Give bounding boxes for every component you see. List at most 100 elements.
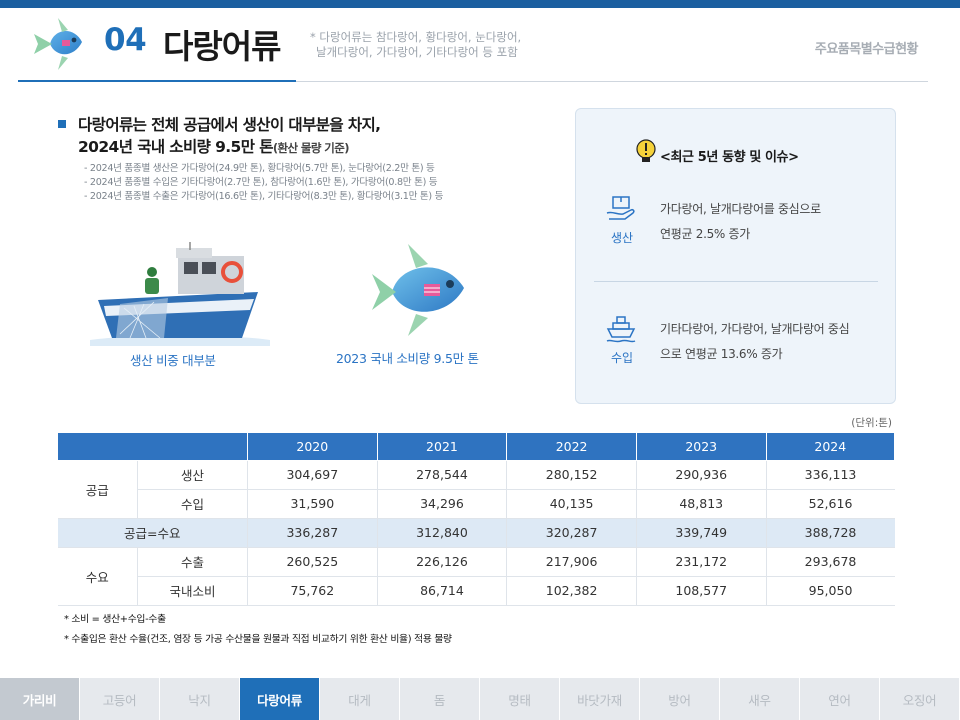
boat-caption: 생산 비중 대부분 [130, 353, 216, 368]
headline-notes: - 2024년 품종별 생산은 가다랑어(24.9만 톤), 황다랑어(5.7만… [84, 162, 443, 204]
table-cell: 304,697 [247, 460, 378, 490]
table-cell: 280,152 [506, 460, 637, 490]
nav-item-pollock[interactable]: 명태 [480, 678, 560, 720]
table-header-year: 2020 [247, 433, 378, 461]
section-title: 다랑어류 [163, 27, 281, 66]
footnote: * 수출입은 환산 수율(건조, 염장 등 가공 수산물을 원물과 직접 비교하… [64, 634, 452, 645]
nav-item-yellowtail[interactable]: 방어 [640, 678, 720, 720]
tuna-fish-illustration [372, 244, 464, 336]
row-label: 수입 [137, 489, 248, 519]
headline-bullet [58, 120, 66, 128]
table-cell: 108,577 [636, 576, 767, 606]
table-cell: 31,590 [247, 489, 378, 519]
nav-item-lobster[interactable]: 바닷가재 [560, 678, 640, 720]
trend-desc-line: 으로 연평균 13.6% 증가 [660, 347, 783, 361]
table-cell: 336,287 [247, 518, 378, 548]
headline-note: - 2024년 품종별 수입은 기타다랑어(2.7만 톤), 참다랑어(1.6만… [84, 177, 438, 188]
nav-item-mackerel[interactable]: 고등어 [80, 678, 160, 720]
trend-desc-line: 가다랑어, 날개다랑어를 중심으로 [660, 202, 821, 216]
table-header-year: 2021 [376, 433, 508, 461]
trend-desc-line: 연평균 2.5% 증가 [660, 227, 751, 241]
category-nav: 가리비 고등어 낙지 다랑어류 대게 돔 명태 바닷가재 방어 새우 연어 오징… [0, 678, 960, 720]
table-cell: 102,382 [506, 576, 637, 606]
nav-item-sea-bream[interactable]: 돔 [400, 678, 480, 720]
breadcrumb: 주요품목별수급현황 [814, 42, 919, 57]
table-cell: 226,126 [377, 547, 508, 577]
table-row: 국내소비 75,762 86,714 102,382 108,577 95,05… [58, 576, 895, 606]
nav-item-octopus[interactable]: 낙지 [160, 678, 240, 720]
table-cell: 34,296 [377, 489, 508, 519]
nav-item-squid[interactable]: 오징어 [880, 678, 960, 720]
fish-caption: 2023 국내 소비량 9.5만 톤 [336, 351, 479, 366]
table-row-total: 공급=수요 336,287 312,840 320,287 339,749 38… [57, 518, 895, 548]
table-cell: 40,135 [506, 489, 637, 519]
table-header-year: 2024 [765, 433, 896, 461]
trend-desc-line: 기타다랑어, 가다랑어, 날개다랑어 중심 [660, 322, 850, 336]
table-cell: 336,113 [766, 460, 895, 490]
row-group-label: 공급 [57, 460, 138, 519]
table-cell: 48,813 [636, 489, 767, 519]
table-header-year: 2023 [635, 433, 767, 461]
table-cell: 339,749 [636, 518, 767, 548]
fishing-boat-illustration [90, 242, 270, 346]
table-cell: 217,906 [506, 547, 637, 577]
trend-divider [594, 281, 878, 282]
table-cell: 278,544 [377, 460, 508, 490]
headline-note: - 2024년 품종별 생산은 가다랑어(24.9만 톤), 황다랑어(5.7만… [84, 163, 435, 174]
headline-line2-small: (환산 물량 기준) [272, 141, 350, 155]
table-cell: 231,172 [636, 547, 767, 577]
lightbulb-icon [636, 139, 656, 162]
header-underline-accent [18, 80, 296, 82]
headline-line1: 다랑어류는 전체 공급에서 생산이 대부분을 차지, [78, 116, 381, 134]
section-note: * 다랑어류는 참다랑어, 황다랑어, 눈다랑어, 날개다랑어, 가다랑어, 기… [310, 30, 560, 60]
table-header-row: 2020 2021 2022 2023 2024 [57, 433, 896, 461]
nav-item-snow-crab[interactable]: 대게 [320, 678, 400, 720]
table-cell: 95,050 [766, 576, 895, 606]
table-cell: 75,762 [247, 576, 378, 606]
row-label: 공급=수요 [57, 518, 248, 548]
tuna-logo-icon [34, 18, 82, 70]
hand-box-icon [606, 196, 635, 220]
table-cell: 388,728 [766, 518, 895, 548]
table-cell: 52,616 [766, 489, 895, 519]
row-label: 국내소비 [137, 576, 248, 606]
ship-icon [606, 316, 636, 343]
trend-desc: 가다랑어, 날개다랑어를 중심으로 연평균 2.5% 증가 [660, 197, 821, 247]
nav-item-tuna[interactable]: 다랑어류 [240, 678, 320, 720]
headline-block: 다랑어류는 전체 공급에서 생산이 대부분을 차지, 2024년 국내 소비량 … [58, 114, 558, 159]
footnotes: * 소비 = 생산+수입-수출 * 수출입은 환산 수율(건조, 염장 등 가공… [64, 610, 452, 650]
table-header-year: 2022 [506, 433, 637, 461]
section-note-line1: * 다랑어류는 참다랑어, 황다랑어, 눈다랑어, [310, 30, 522, 44]
trend-panel: <최근 5년 동향 및 이슈> 생산 가다랑어, 날개다랑어를 중심으로 연평균… [575, 108, 896, 404]
header-underline [296, 81, 928, 82]
table-cell: 312,840 [377, 518, 508, 548]
table-row: 공급 생산 304,697 278,544 280,152 290,936 33… [57, 460, 895, 519]
row-label: 생산 [137, 460, 248, 490]
headline-line2: 2024년 국내 소비량 9.5만 톤 [78, 138, 273, 156]
table-cell: 260,525 [247, 547, 378, 577]
table-cell: 86,714 [377, 576, 508, 606]
trend-label: 생산 [610, 231, 634, 245]
table-row: 수요 수출 260,525 226,126 217,906 231,172 29… [57, 547, 895, 606]
headline-text: 다랑어류는 전체 공급에서 생산이 대부분을 차지, 2024년 국내 소비량 … [58, 114, 558, 159]
nav-item-scallop[interactable]: 가리비 [0, 678, 80, 720]
table-cell: 290,936 [636, 460, 767, 490]
table-cell: 320,287 [506, 518, 637, 548]
table-row: 수입 31,590 34,296 40,135 48,813 52,616 [58, 489, 895, 519]
row-group-label: 수요 [57, 547, 138, 606]
nav-item-salmon[interactable]: 연어 [800, 678, 880, 720]
table-unit: (단위:톤) [851, 417, 892, 429]
trend-label: 수입 [610, 351, 634, 365]
headline-line2-wrap: 2024년 국내 소비량 9.5만 톤(환산 물량 기준) [78, 136, 558, 159]
trend-title: <최근 5년 동향 및 이슈> [660, 150, 799, 165]
section-number: 04 [104, 22, 147, 58]
section-note-line2: 날개다랑어, 가다랑어, 기타다랑어 등 포함 [316, 45, 518, 59]
footnote: * 소비 = 생산+수입-수출 [64, 614, 166, 625]
nav-item-shrimp[interactable]: 새우 [720, 678, 800, 720]
supply-demand-table: 2020 2021 2022 2023 2024 공급 생산 304,697 2… [57, 433, 896, 606]
headline-note: - 2024년 품종별 수출은 가다랑어(16.6만 톤), 기타다랑어(8.3… [84, 191, 444, 202]
trend-desc: 기타다랑어, 가다랑어, 날개다랑어 중심 으로 연평균 13.6% 증가 [660, 317, 850, 367]
table-cell: 293,678 [766, 547, 895, 577]
top-accent-bar [0, 0, 960, 8]
table-header-blank [57, 433, 248, 461]
